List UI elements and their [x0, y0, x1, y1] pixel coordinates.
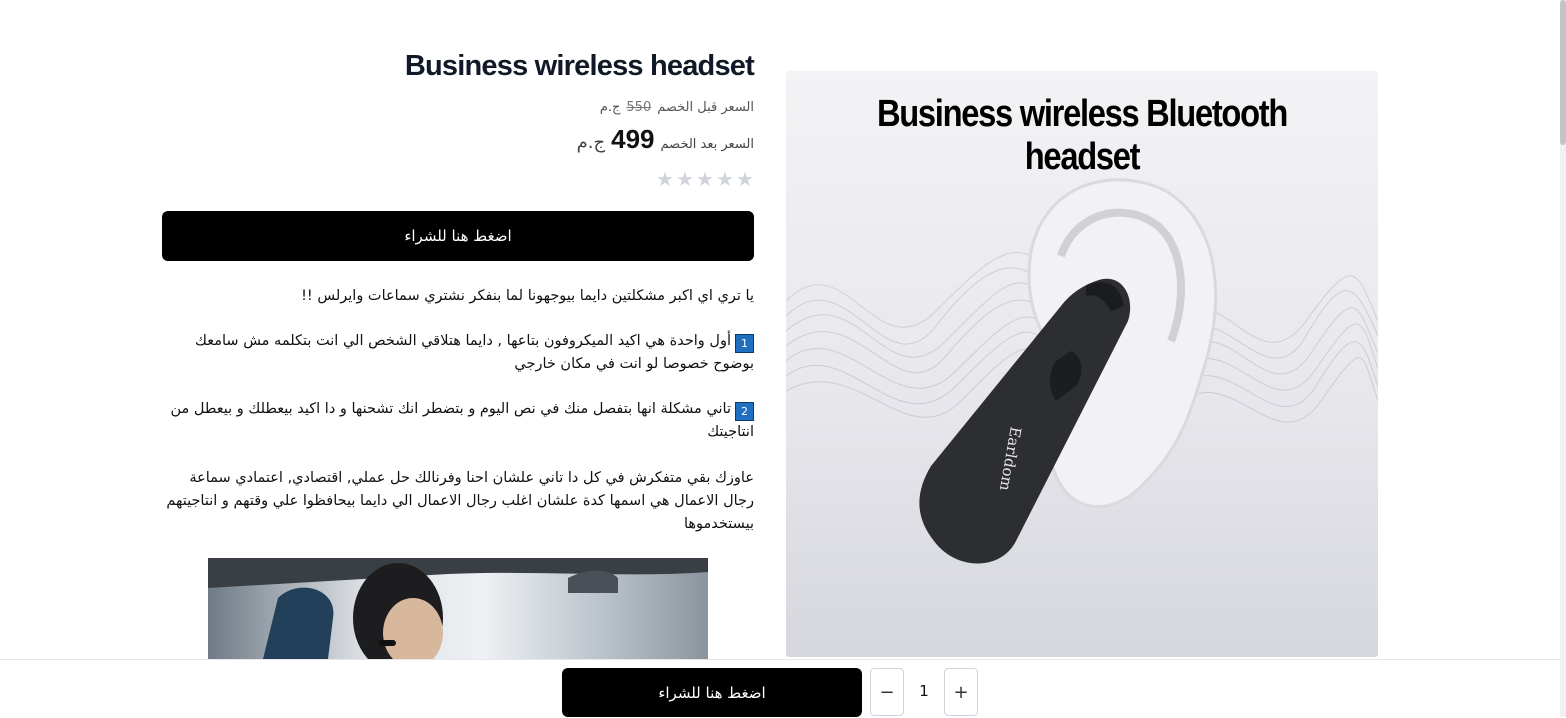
point-2-text: تاني مشكلة انها بتفصل منك في نص اليوم و … [170, 401, 754, 440]
buy-now-button[interactable]: اضغط هنا للشراء [162, 211, 754, 261]
star-icon: ★ [716, 167, 734, 191]
description-intro: يا تري اي اكبر مشكلتين دايما بيوجهونا لم… [160, 285, 754, 308]
intro-text: يا تري اي اكبر مشكلتين دايما بيوجهونا لم… [301, 288, 754, 304]
point-1-text: أول واحدة هي اكيد الميكروفون بتاعها , دا… [195, 333, 754, 372]
quantity-decrease-button[interactable]: − [870, 668, 904, 716]
lifestyle-image[interactable] [208, 558, 708, 659]
description-point-2: 2تاني مشكلة انها بتفصل منك في نص اليوم و… [160, 398, 754, 444]
price-before-label: السعر قبل الخصم [657, 100, 754, 115]
rating-stars: ★ ★ ★ ★ ★ [656, 167, 754, 191]
price-after-label: السعر بعد الخصم [660, 137, 754, 152]
number-2-icon: 2 [735, 402, 754, 421]
headset-illustration: Earldom [786, 178, 1378, 564]
closing-text: عاوزك بقي متفكرش في كل دا تاني علشان احن… [166, 470, 754, 532]
quantity-value[interactable]: 1 [906, 668, 942, 714]
old-price: 550 [626, 100, 652, 115]
old-price-currency: ج.م [599, 100, 621, 115]
product-image[interactable]: Business wireless Bluetooth headset Earl… [786, 71, 1378, 657]
star-icon: ★ [736, 167, 754, 191]
current-price-currency: ج.م [576, 132, 606, 153]
star-icon: ★ [676, 167, 694, 191]
description-closing: عاوزك بقي متفكرش في كل دا تاني علشان احن… [160, 467, 754, 536]
quantity-increase-button[interactable]: + [944, 668, 978, 716]
current-price: 499 [611, 124, 655, 154]
sticky-buy-button[interactable]: اضغط هنا للشراء [562, 668, 862, 717]
number-1-icon: 1 [735, 334, 754, 353]
star-icon: ★ [656, 167, 674, 191]
star-icon: ★ [696, 167, 714, 191]
description-point-1: 1أول واحدة هي اكيد الميكروفون بتاعها , د… [160, 330, 754, 376]
product-title: Business wireless headset [404, 50, 755, 82]
price-after-discount: السعر بعد الخصم 499 ج.م [577, 124, 754, 155]
page-scrollbar[interactable] [1560, 0, 1566, 717]
car-scene-illustration [208, 558, 708, 659]
scrollbar-thumb[interactable] [1560, 0, 1566, 145]
price-before-discount: السعر قبل الخصم 550 ج.م [600, 100, 754, 115]
